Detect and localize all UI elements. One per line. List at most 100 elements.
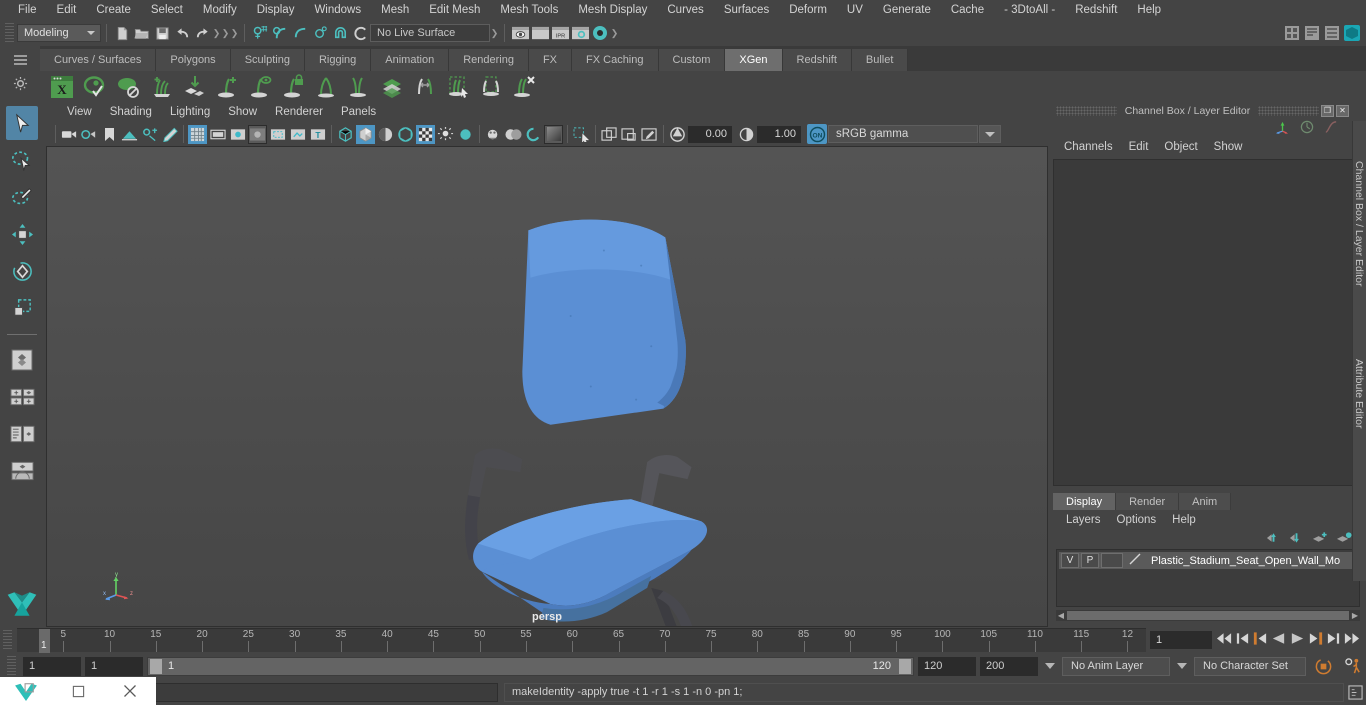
film-gate-icon[interactable] [208,125,227,144]
table-row[interactable]: V P Plastic_Stadium_Seat_Open_Wall_Mo [1059,552,1357,569]
move-layer-up-icon[interactable] [1266,531,1281,547]
xgen-guide-tool-icon[interactable] [310,72,341,102]
animation-preferences-icon[interactable] [1340,657,1366,676]
single-persp-layout[interactable] [6,454,38,488]
redo-icon[interactable] [192,23,212,43]
magnet-icon[interactable] [330,23,350,43]
xgen-editor-icon[interactable]: X [46,72,77,102]
layer-shading-toggle[interactable] [1101,553,1123,568]
menu-item-generate[interactable]: Generate [873,2,941,18]
use-lights-icon[interactable] [416,124,435,144]
shelf-tab-bullet[interactable]: Bullet [851,49,909,71]
xgen-add-description-icon[interactable] [145,72,176,102]
menu-item-mesh-display[interactable]: Mesh Display [568,2,657,18]
modeling-toolkit-icon[interactable] [1282,23,1302,43]
lasso-select-tool[interactable] [6,143,38,177]
shelf-tab-custom[interactable]: Custom [658,49,726,71]
menu-item-windows[interactable]: Windows [304,2,371,18]
step-back-key-icon[interactable] [1252,631,1268,649]
step-forward-frame-icon[interactable] [1326,631,1341,649]
menu-set-selector[interactable]: Modeling [17,24,101,42]
layer-menu-options[interactable]: Options [1109,513,1165,527]
shelf-tab-polygons[interactable]: Polygons [156,49,231,71]
layer-menu-layers[interactable]: Layers [1058,513,1109,527]
hardware-texture-icon[interactable] [396,125,415,144]
move-tool[interactable] [6,217,38,251]
display-layer-list[interactable]: V P Plastic_Stadium_Seat_Open_Wall_Mo [1056,549,1360,607]
xray-icon[interactable] [288,125,307,144]
four-view-layout[interactable] [6,343,38,377]
gamma-icon[interactable] [737,125,756,144]
color-management-selector[interactable]: sRGB gamma [828,125,978,143]
snap-to-projected-center-icon[interactable] [310,23,330,43]
xgen-disable-preview-icon[interactable] [112,72,143,102]
playback-end-time-field[interactable]: 120 [918,656,976,676]
snap-to-grid-icon[interactable] [250,23,270,43]
viewport-gradient-icon[interactable] [544,124,563,144]
display-layer-icon[interactable] [600,125,619,144]
xgen-select-primitives-icon[interactable] [442,72,473,102]
depth-of-field-icon[interactable] [524,125,543,144]
layer-tab-anim[interactable]: Anim [1179,493,1232,510]
shelf-tab-animation[interactable]: Animation [371,49,450,71]
attribute-editor-icon[interactable] [1302,23,1322,43]
scale-tool[interactable] [6,291,38,325]
character-set-selector[interactable]: No Character Set [1194,656,1306,676]
float-panel-icon[interactable]: ❐ [1321,104,1334,117]
current-time-indicator[interactable]: 1 [39,629,50,653]
resolution-gate-icon[interactable] [228,125,247,144]
collapse-mask-group-icon[interactable]: ❯ [230,23,239,43]
menu-item-edit-mesh[interactable]: Edit Mesh [419,2,490,18]
exposure-field[interactable]: 0.00 [688,125,732,143]
undo-icon[interactable] [172,23,192,43]
channel-menu-object[interactable]: Object [1156,140,1205,154]
time-slider[interactable]: 1 5 10 15 20 25 30 35 40 45 50 55 60 65 70 75 80 85 90 95 1… [17,628,1146,653]
close-icon[interactable] [104,677,156,705]
shadows-icon[interactable] [436,125,455,144]
layer-visibility-toggle[interactable]: V [1061,553,1079,568]
gamma-field[interactable]: 1.00 [757,125,801,143]
menu-item-deform[interactable]: Deform [779,2,837,18]
menu-item-curves[interactable]: Curves [657,2,713,18]
open-scene-icon[interactable] [132,23,152,43]
go-to-start-icon[interactable] [1216,631,1233,649]
film-origin-icon[interactable] [268,125,287,144]
panel-drag-handle-right[interactable] [1258,105,1319,116]
maya-app-icon[interactable] [0,677,52,705]
shelf-tab-rigging[interactable]: Rigging [304,49,372,71]
menu-item-mesh-tools[interactable]: Mesh Tools [490,2,568,18]
scroll-right-icon[interactable]: ▶ [1350,611,1360,620]
channel-box-icon[interactable] [1342,23,1362,43]
menu-item-select[interactable]: Select [141,2,193,18]
xgen-lock-guide-icon[interactable] [277,72,308,102]
range-slider-grip[interactable] [7,656,16,676]
isolate-select-icon[interactable] [572,125,591,144]
make-live-icon[interactable] [350,23,370,43]
maximize-icon[interactable] [52,677,104,705]
current-frame-field[interactable]: 1 [1150,631,1212,649]
text-overlay-icon[interactable]: T [308,125,327,144]
playback-start-time-field[interactable]: 1 [85,656,143,676]
multisample-icon[interactable] [504,125,523,144]
panel-menu-lighting[interactable]: Lighting [161,105,219,119]
motion-blur-icon[interactable] [484,125,503,144]
script-editor-icon[interactable] [1344,684,1366,700]
menu-item-file[interactable]: File [8,2,47,18]
menu-item-create[interactable]: Create [86,2,141,18]
color-management-toggle[interactable]: ON [807,124,827,144]
image-plane-icon[interactable] [120,125,139,144]
shelf-tab-redshift[interactable]: Redshift [782,49,852,71]
menu-item-modify[interactable]: Modify [193,2,247,18]
menu-item-display[interactable]: Display [247,2,305,18]
panel-menu-view[interactable]: View [58,105,101,119]
xgen-import-collection-icon[interactable] [178,72,209,102]
panel-menu-show[interactable]: Show [219,105,266,119]
layer-tab-render[interactable]: Render [1116,493,1180,510]
xgen-show-guide-icon[interactable] [244,72,275,102]
animation-start-time-field[interactable]: 1 [23,656,81,676]
time-slider-grip[interactable] [3,630,12,650]
screen-space-ao-icon[interactable] [456,125,475,144]
smooth-shade-icon[interactable] [356,124,375,144]
collapse-select-group-icon[interactable]: ❯ [221,23,230,43]
collapse-snap-group-icon[interactable]: ❯ [490,23,499,43]
